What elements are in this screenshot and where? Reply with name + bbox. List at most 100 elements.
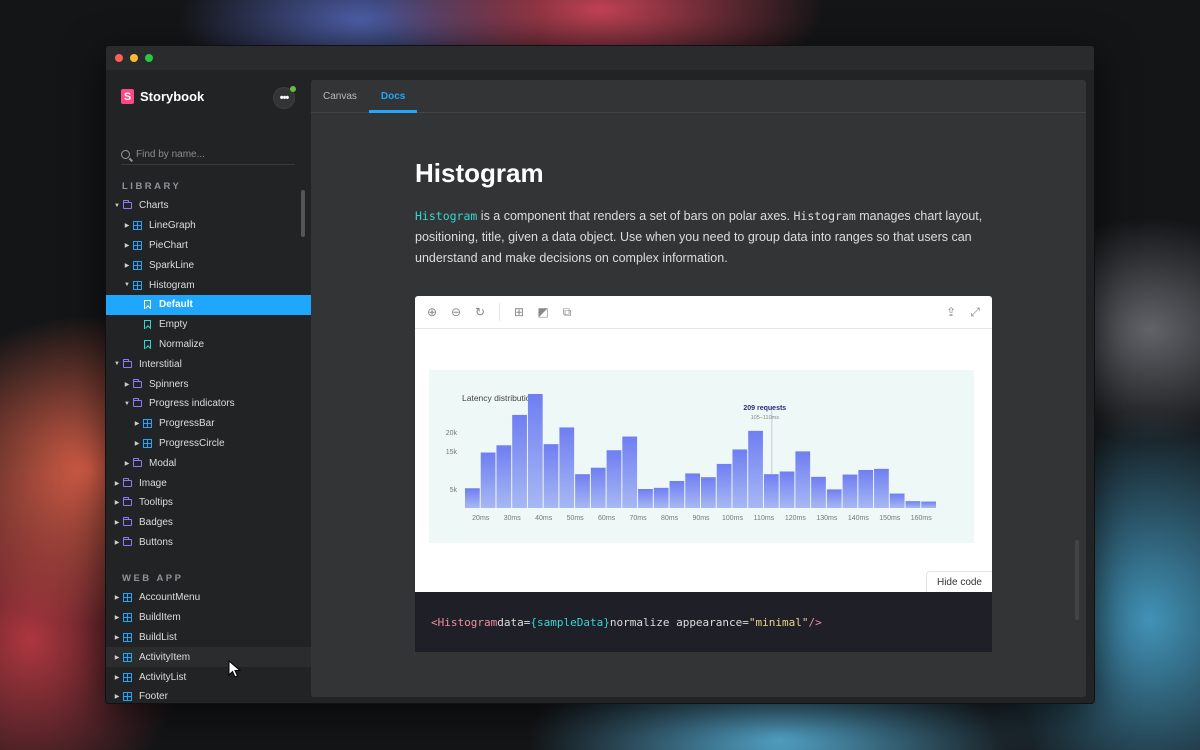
histogram-bar[interactable] — [811, 476, 826, 508]
main-scrollbar[interactable] — [1075, 540, 1079, 620]
sidebar-item-label: AccountMenu — [139, 592, 201, 604]
sidebar-item-label: Charts — [139, 200, 169, 212]
histogram-bar[interactable] — [858, 470, 874, 508]
histogram-bar[interactable] — [905, 501, 921, 508]
sidebar-item-label: Footer — [139, 691, 168, 703]
histogram-bar[interactable] — [512, 414, 527, 508]
sidebar-item-piechart[interactable]: ▶ PieChart — [106, 236, 311, 256]
sidebar-item-tooltips[interactable]: ▶ Tooltips — [106, 493, 311, 513]
histogram-bar[interactable] — [921, 501, 936, 508]
x-tick-label: 30ms — [504, 515, 522, 522]
histogram-bar[interactable] — [527, 394, 543, 508]
sidebar-item-histogram[interactable]: ▼ Histogram — [106, 275, 311, 295]
histogram-bar[interactable] — [590, 467, 606, 508]
code-tag-open: <Histogram — [431, 615, 498, 629]
sidebar-item-label: BuildItem — [139, 612, 181, 624]
background-icon[interactable]: ◩ — [534, 303, 552, 321]
histogram-bar[interactable] — [889, 493, 905, 508]
histogram-bar[interactable] — [779, 471, 795, 508]
histogram-bar[interactable] — [496, 445, 512, 508]
histogram-bar[interactable] — [669, 481, 685, 508]
code-snippet: <Histogram data= {sampleData} normalize a… — [415, 592, 992, 652]
histogram-bar[interactable] — [480, 452, 496, 508]
share-icon[interactable]: ⇪ — [942, 303, 960, 321]
sidebar-item-progressbar[interactable]: ▶ ProgressBar — [106, 414, 311, 434]
doc-description: Histogram is a component that renders a … — [415, 206, 991, 269]
histogram-bar[interactable] — [842, 474, 858, 508]
sidebar-item-charts[interactable]: ▼ Charts — [106, 196, 311, 216]
zoom-reset-icon[interactable]: ↻ — [471, 303, 489, 321]
sidebar-item-builditem[interactable]: ▶ BuildItem — [106, 608, 311, 628]
sidebar-item-activityitem[interactable]: ▶ ActivityItem — [106, 647, 311, 668]
histogram-bar[interactable] — [575, 474, 590, 508]
histogram-bar[interactable] — [701, 477, 716, 508]
maximize-window-button[interactable] — [145, 54, 153, 62]
sidebar-item-empty[interactable]: Empty — [106, 315, 311, 335]
fullscreen-icon[interactable]: ⤢ — [966, 303, 984, 321]
sidebar-item-footer[interactable]: ▶ Footer — [106, 687, 311, 703]
x-tick-label: 50ms — [567, 515, 585, 522]
tab-docs[interactable]: Docs — [368, 80, 418, 113]
component-icon — [141, 419, 153, 429]
folder-icon — [131, 378, 143, 388]
component-icon — [131, 221, 143, 231]
hide-code-button[interactable]: Hide code — [925, 571, 992, 593]
brand[interactable]: S Storybook — [121, 89, 204, 104]
histogram-bar[interactable] — [638, 489, 653, 508]
sidebar-item-label: Modal — [149, 457, 177, 469]
sidebar-item-image[interactable]: ▶ Image — [106, 473, 311, 493]
histogram-bar[interactable] — [763, 474, 779, 508]
outline-icon[interactable]: ⧉ — [558, 303, 576, 321]
sidebar-item-normalize[interactable]: Normalize — [106, 335, 311, 355]
histogram-bar[interactable] — [622, 436, 638, 508]
sidebar-item-label: Spinners — [149, 378, 189, 390]
folder-icon — [131, 398, 143, 408]
code-inline-histogram-2: Histogram — [793, 209, 856, 223]
grid-icon[interactable]: ⊞ — [510, 303, 528, 321]
caret-right-icon: ▶ — [114, 539, 120, 546]
histogram-bar[interactable] — [543, 444, 559, 508]
histogram-bar[interactable] — [732, 449, 748, 508]
sidebar-item-sparkline[interactable]: ▶ SparkLine — [106, 255, 311, 275]
sidebar-item-activitylist[interactable]: ▶ ActivityList — [106, 667, 311, 687]
histogram-bar[interactable] — [826, 489, 842, 508]
histogram-bar[interactable] — [653, 487, 669, 508]
sidebar-item-label: Normalize — [159, 338, 205, 350]
sidebar-item-spinners[interactable]: ▶ Spinners — [106, 374, 311, 394]
sidebar-item-progress-indicators[interactable]: ▼ Progress indicators — [106, 394, 311, 414]
minimize-window-button[interactable] — [130, 54, 138, 62]
component-icon — [121, 692, 133, 702]
search-bar[interactable] — [121, 145, 295, 165]
close-window-button[interactable] — [115, 54, 123, 62]
sidebar-item-interstitial[interactable]: ▼ Interstitial — [106, 354, 311, 374]
search-input[interactable] — [136, 149, 286, 160]
code-attr-rest: normalize appearance= — [609, 615, 749, 629]
histogram-bar[interactable] — [559, 427, 575, 508]
x-tick-label: 80ms — [661, 515, 679, 522]
sidebar-item-label: ActivityList — [139, 671, 187, 683]
sidebar-item-label: Image — [139, 477, 167, 489]
histogram-bar[interactable] — [795, 451, 811, 508]
component-icon — [121, 613, 133, 623]
sidebar-item-badges[interactable]: ▶ Badges — [106, 513, 311, 533]
sidebar-item-modal[interactable]: ▶ Modal — [106, 453, 311, 473]
zoom-out-icon[interactable]: ⊖ — [447, 303, 465, 321]
sidebar-scrollbar[interactable] — [301, 190, 305, 237]
folder-icon — [121, 517, 133, 527]
sidebar-item-linegraph[interactable]: ▶ LineGraph — [106, 216, 311, 236]
histogram-bar[interactable] — [748, 430, 763, 508]
sidebar-item-buttons[interactable]: ▶ Buttons — [106, 533, 311, 553]
histogram-bar[interactable] — [606, 450, 622, 508]
caret-right-icon: ▶ — [114, 520, 120, 527]
histogram-bar[interactable] — [465, 488, 480, 508]
sidebar-item-buildlist[interactable]: ▶ BuildList — [106, 628, 311, 648]
sidebar-item-default[interactable]: Default — [106, 294, 311, 315]
sidebar-item-progresscircle[interactable]: ▶ ProgressCircle — [106, 434, 311, 454]
zoom-in-icon[interactable]: ⊕ — [423, 303, 441, 321]
sidebar-item-accountmenu[interactable]: ▶ AccountMenu — [106, 588, 311, 608]
notification-dot — [290, 86, 296, 92]
histogram-bar[interactable] — [716, 463, 732, 508]
histogram-bar[interactable] — [685, 473, 700, 508]
tab-canvas[interactable]: Canvas — [311, 80, 369, 112]
histogram-bar[interactable] — [874, 468, 889, 508]
